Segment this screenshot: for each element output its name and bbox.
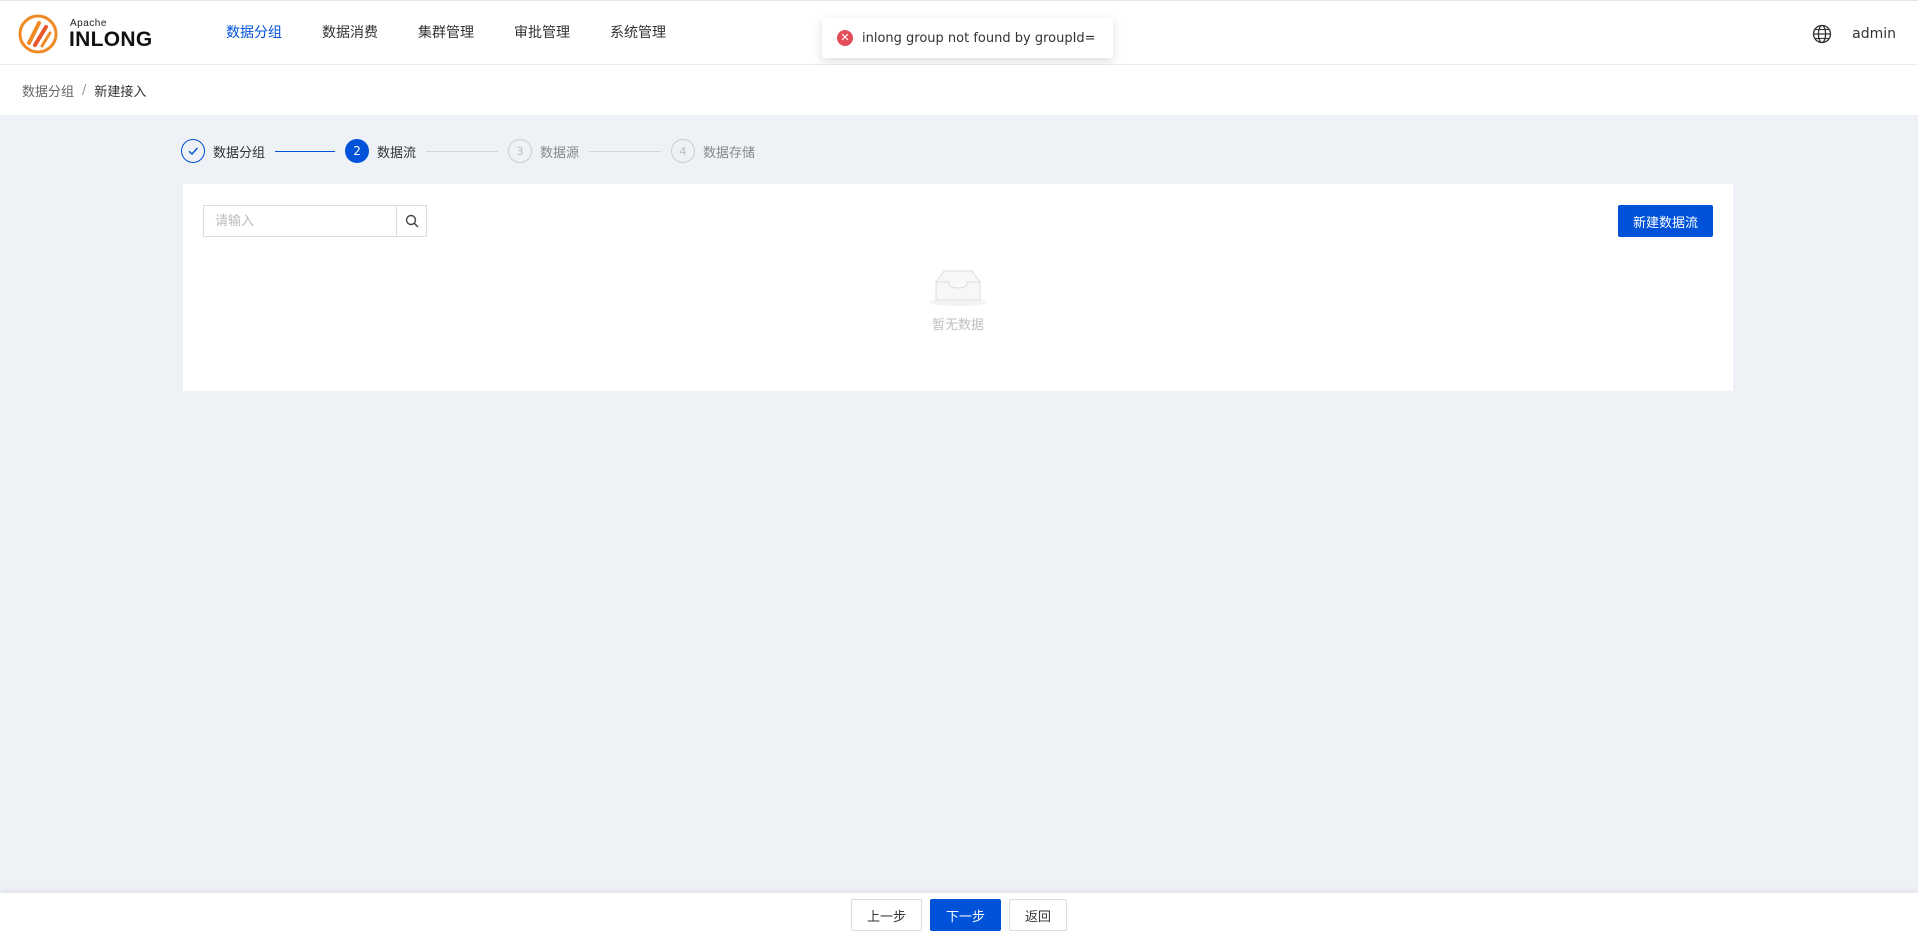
search-button[interactable] (396, 205, 427, 237)
nav-item-approval-management[interactable]: 审批管理 (514, 1, 570, 66)
toast-message: inlong group not found by groupId= (862, 30, 1096, 46)
breadcrumb-data-group-link[interactable]: 数据分组 (22, 81, 74, 100)
globe-language-icon[interactable] (1812, 24, 1832, 44)
inlong-logo[interactable]: Apache INLONG (17, 13, 157, 55)
step-label: 数据流 (377, 145, 417, 161)
step-number: 3 (508, 139, 533, 163)
inlong-logo-icon (18, 14, 58, 54)
step-label: 数据分组 (213, 145, 266, 161)
create-data-stream-button[interactable]: 新建数据流 (1617, 205, 1713, 237)
step-data-stream[interactable]: 2 数据流 (345, 139, 416, 163)
step-label: 数据源 (540, 145, 580, 161)
step-data-source[interactable]: 3 数据源 (508, 139, 579, 163)
user-menu[interactable]: admin (1852, 26, 1896, 42)
step-number: 2 (345, 139, 370, 163)
main-nav: 数据分组 数据消费 集群管理 审批管理 系统管理 (226, 1, 706, 67)
next-step-button[interactable]: 下一步 (929, 899, 1001, 931)
empty-state: 暂无数据 (183, 267, 1733, 333)
step-number: 4 (671, 139, 696, 163)
back-button[interactable]: 返回 (1009, 899, 1068, 931)
step-done-check-icon (181, 139, 205, 163)
empty-inbox-icon (929, 270, 987, 306)
data-stream-panel: 新建数据流 暂无数据 (183, 184, 1733, 391)
nav-item-system-management[interactable]: 系统管理 (610, 1, 666, 66)
search-icon (405, 214, 419, 228)
error-close-circle-icon: ✕ (837, 30, 853, 46)
previous-step-button[interactable]: 上一步 (850, 899, 922, 931)
step-connector (275, 150, 336, 152)
nav-item-cluster-management[interactable]: 集群管理 (418, 1, 474, 66)
empty-state-text: 暂无数据 (931, 318, 984, 333)
step-connector (426, 150, 499, 152)
logo-inlong-text: INLONG (69, 28, 153, 51)
wizard-footer: 上一步 下一步 返回 (0, 893, 1918, 937)
header-actions: admin (1812, 1, 1896, 66)
breadcrumb: 数据分组 / 新建接入 (0, 65, 1918, 115)
nav-item-data-group[interactable]: 数据分组 (226, 1, 282, 67)
step-connector (589, 150, 662, 152)
nav-item-data-consumption[interactable]: 数据消费 (322, 1, 378, 66)
step-data-storage[interactable]: 4 数据存储 (671, 139, 755, 163)
breadcrumb-separator: / (82, 82, 87, 98)
step-data-group[interactable]: 数据分组 (181, 139, 265, 163)
search-input[interactable] (203, 205, 397, 237)
search-box (203, 205, 427, 237)
step-label: 数据存储 (703, 145, 756, 161)
breadcrumb-current: 新建接入 (94, 84, 147, 100)
error-message-toast: ✕ inlong group not found by groupId= (822, 18, 1113, 58)
wizard-steps: 数据分组 2 数据流 3 数据源 4 数据存储 (181, 139, 755, 163)
